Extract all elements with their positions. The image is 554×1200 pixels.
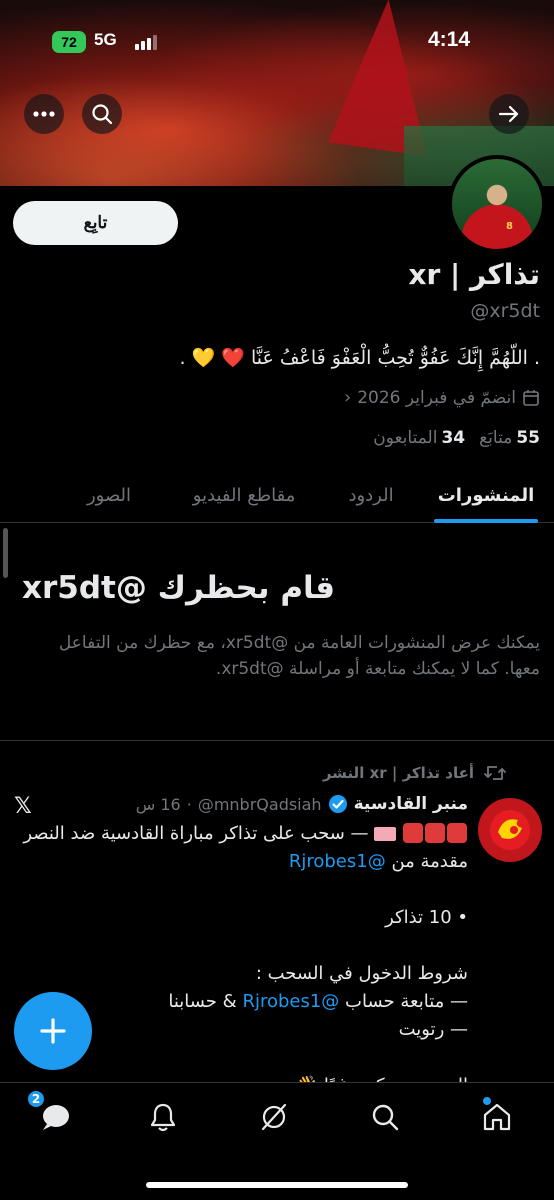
home-indicator [146, 1182, 408, 1188]
verified-badge-icon [328, 795, 347, 813]
back-button[interactable] [489, 94, 529, 134]
profile-stats: 55متابَع 34المتابعون [373, 428, 540, 448]
joined-date: انضمّ في فبراير 2026 [357, 387, 516, 408]
signal-icon [135, 34, 159, 50]
home-unread-dot [483, 1097, 491, 1105]
tweet-author-name[interactable]: منبر القادسية [354, 794, 468, 814]
following-stat[interactable]: 55متابَع [479, 428, 540, 448]
divider [0, 740, 554, 741]
mention-link[interactable]: @Rjrobes1 [289, 851, 386, 872]
network-label: 5G [94, 30, 117, 49]
tab-photos[interactable]: الصور [54, 468, 164, 523]
scroll-indicator[interactable] [3, 528, 8, 578]
tweet-author-avatar[interactable] [478, 798, 542, 862]
compose-button[interactable] [14, 992, 92, 1070]
arrow-right-icon [498, 105, 519, 123]
joined-date-row: انضمّ في فبراير 2026 ‹ [344, 387, 540, 408]
avatar-jersey-number: 8 [506, 221, 513, 232]
ticket-icon [374, 827, 397, 841]
follow-button[interactable]: تابِع [13, 201, 178, 245]
plus-icon [40, 1018, 66, 1044]
profile-tabs: المنشورات الردود مقاطع الفيديو الصور [0, 468, 554, 523]
tweet-bullet: • 10 تذاكر [385, 907, 468, 928]
blocked-message: يمكنك عرض المنشورات العامة من @xr5dt، مع… [58, 633, 540, 679]
siren-icon [403, 823, 423, 843]
messages-badge: 2 [26, 1089, 46, 1109]
tab-replies[interactable]: الردود [324, 468, 418, 523]
followers-count: 34 [441, 428, 466, 448]
mention-link[interactable]: @Rjrobes1 [242, 991, 339, 1012]
retweet-label[interactable]: أعاد تذاكر | xr النشر [323, 764, 474, 782]
bell-icon [150, 1103, 176, 1132]
tweet-header: منبر القادسية @mnbrQadsiah · 16 س [135, 794, 468, 814]
calendar-icon [523, 389, 539, 406]
more-icon [33, 111, 55, 117]
tweet-time: 16 س [135, 794, 181, 814]
more-options-button[interactable] [24, 94, 64, 134]
tab-posts[interactable]: المنشورات [418, 468, 554, 523]
profile-handle: @xr5dt [470, 300, 540, 322]
chevron-left-icon[interactable]: ‹ [344, 387, 351, 408]
nav-home[interactable] [475, 1095, 519, 1139]
grok-icon [261, 1103, 287, 1131]
tweet-line-1: — سحب على تذاكر مباراة القادسية ضد النصر… [18, 820, 468, 876]
clock: 4:14 [428, 28, 471, 51]
tweet-author-handle[interactable]: @mnbrQadsiah [198, 795, 322, 814]
search-icon [372, 1104, 399, 1131]
siren-icon [447, 823, 467, 843]
search-icon [92, 104, 113, 125]
followers-label: المتابعون [373, 428, 438, 448]
nav-messages[interactable]: 2 [26, 1089, 76, 1139]
tweet-body[interactable]: — سحب على تذاكر مباراة القادسية ضد النصر… [18, 820, 468, 1100]
nav-grok[interactable] [252, 1095, 296, 1139]
x-logo-icon: 𝕏 [14, 794, 32, 819]
tweet-rule-1-suffix: & حسابنا [168, 991, 237, 1012]
tweet-rule-1-prefix: — متابعة حساب [345, 991, 468, 1012]
siren-icon [425, 823, 445, 843]
profile-name: تذاكر | xr [408, 258, 540, 291]
author-logo-icon [490, 810, 530, 850]
profile-bio: . اللّهُمَّ إِنَّكَ عَفُوٌّ تُحِبُّ الْع… [179, 347, 541, 369]
tweet-rules-title: شروط الدخول في السحب : [255, 963, 468, 984]
following-label: متابَع [479, 428, 513, 448]
retweet-icon [484, 766, 506, 780]
profile-avatar[interactable]: 8 [448, 155, 546, 253]
following-count: 55 [516, 428, 540, 448]
retweet-context: أعاد تذاكر | xr النشر [323, 764, 506, 782]
home-icon [483, 1103, 511, 1131]
nav-search[interactable] [363, 1095, 407, 1139]
battery-indicator: 72 [52, 31, 86, 53]
tab-videos[interactable]: مقاطع الفيديو [164, 468, 324, 523]
nav-notifications[interactable] [141, 1095, 185, 1139]
blocked-title: قام بحظرك @xr5dt [22, 570, 335, 606]
profile-name-row: تذاكر | xr [408, 258, 540, 291]
tweet-text-1: — سحب على تذاكر مباراة القادسية ضد النصر… [23, 823, 468, 872]
status-bar: 72 5G 4:14 [0, 0, 554, 80]
followers-stat[interactable]: 34المتابعون [373, 428, 465, 448]
search-button[interactable] [82, 94, 122, 134]
